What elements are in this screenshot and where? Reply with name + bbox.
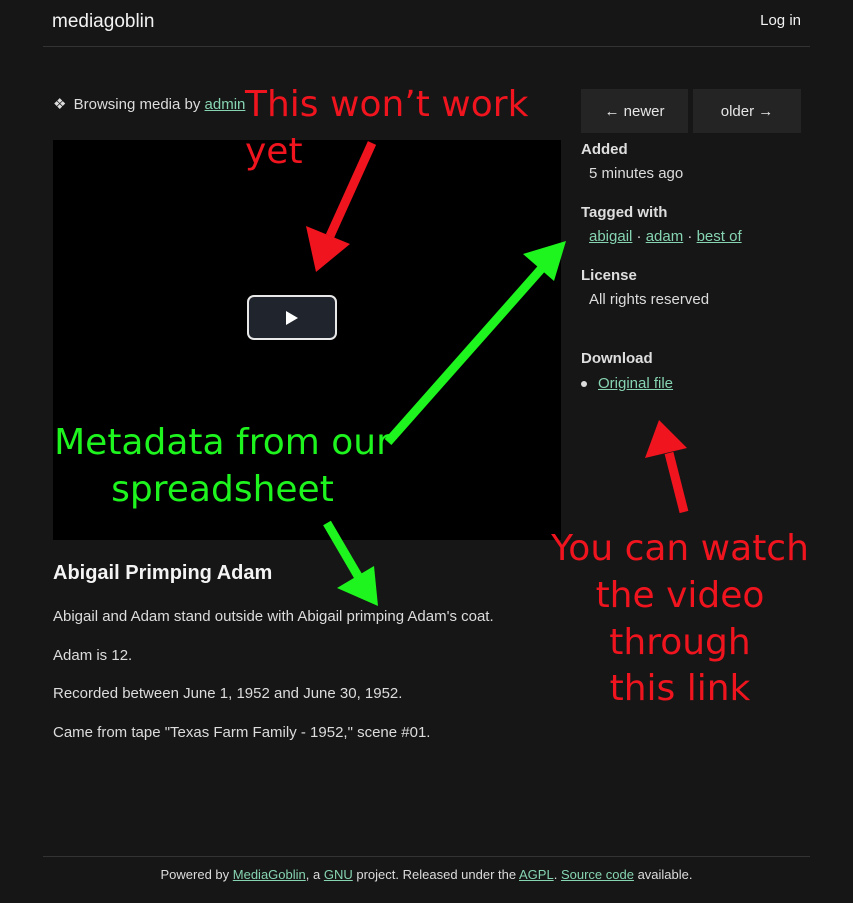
red-arrow-to-download — [645, 420, 689, 514]
annotation-line: the video through — [595, 574, 765, 663]
annotation-line: Metadata from our — [54, 422, 391, 463]
annotation-line: You can watch — [551, 528, 809, 569]
annotation-line: spreadsheet — [111, 468, 334, 510]
annotation-wont-work: This won’t work yet — [245, 84, 529, 172]
annotation-watch: You can watch the video through this lin… — [525, 526, 835, 713]
green-arrow-to-description — [323, 520, 378, 606]
annotation-metadata: Metadata from our spreadsheet — [50, 420, 395, 514]
green-arrow-to-tags — [384, 241, 566, 445]
annotation-line: this link — [609, 668, 751, 710]
